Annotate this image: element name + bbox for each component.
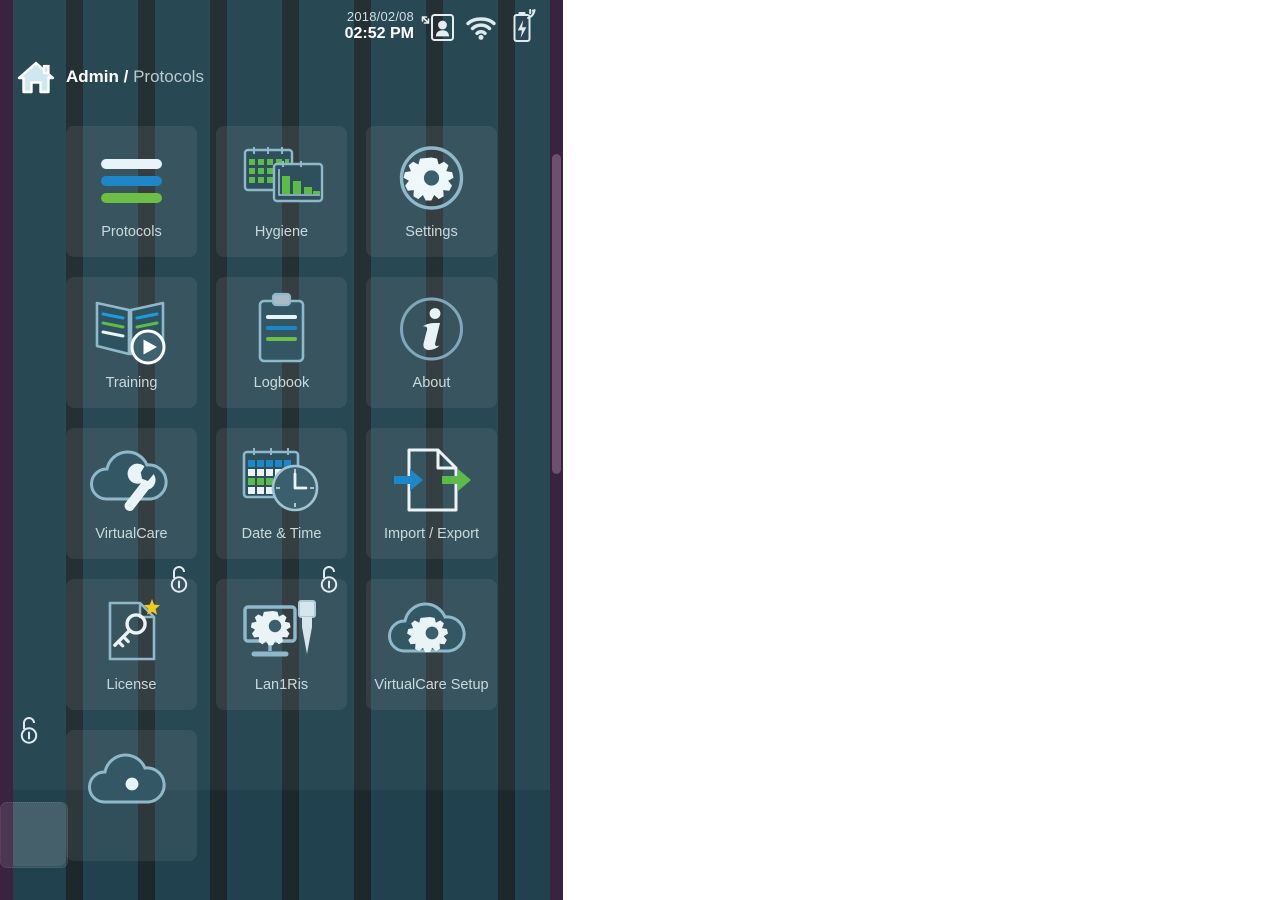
cloud-gear-icon	[388, 602, 466, 653]
status-clock: 2018/02/08 02:52 PM	[345, 10, 414, 42]
tile-about[interactable]: About	[366, 277, 497, 408]
tile-partial-row[interactable]	[20, 717, 197, 861]
tile-label: Date & Time	[241, 526, 322, 542]
admin-tile-grid: Protocols Hygiene Settings Training Logb…	[20, 126, 501, 861]
tile-label: Logbook	[253, 375, 310, 391]
breadcrumb-current: Protocols	[133, 67, 204, 86]
tile-label: Protocols	[101, 224, 162, 240]
tile-settings[interactable]: Settings	[366, 126, 497, 257]
tile-label: Hygiene	[254, 224, 309, 240]
tile-virtualcare-setup[interactable]: VirtualCare Setup	[320, 566, 497, 710]
book-play-icon	[95, 301, 166, 365]
status-date: 2018/02/08	[346, 9, 414, 24]
battery-charging-icon[interactable]	[511, 9, 537, 43]
tile-date-time[interactable]: Date & Time	[216, 428, 347, 559]
tile-label: Training	[105, 375, 158, 391]
protocol-bars-icon	[101, 159, 162, 203]
home-icon[interactable]	[17, 61, 55, 95]
breadcrumb-root[interactable]: Admin	[66, 67, 119, 86]
info-circle-icon	[400, 297, 463, 361]
license-key-icon	[108, 599, 160, 661]
breadcrumb-text: Admin / Protocols	[66, 67, 204, 87]
unlocked-padlock-icon	[170, 566, 188, 593]
tile-hygiene[interactable]: Hygiene	[216, 126, 347, 257]
vertical-scrollbar-thumb[interactable]	[552, 154, 561, 474]
tile-label: License	[106, 677, 157, 693]
status-bar: 2018/02/08 02:52 PM	[13, 0, 551, 55]
tile-logbook[interactable]: Logbook	[216, 277, 347, 408]
cloud-partial-icon	[88, 753, 166, 804]
device-viewport: 2018/02/08 02:52 PM Admin / Protocols Pr…	[0, 0, 563, 900]
breadcrumb: Admin / Protocols	[13, 55, 551, 105]
clipboard-icon	[258, 292, 305, 363]
calendar-clock-icon	[242, 448, 319, 512]
wifi-icon[interactable]	[465, 14, 497, 42]
gear-circle-icon	[399, 146, 464, 210]
breadcrumb-separator: /	[123, 67, 129, 86]
tile-label: Lan1Ris	[254, 677, 309, 693]
tile-training[interactable]: Training	[66, 277, 197, 408]
cloud-wrench-icon	[90, 450, 168, 511]
bottom-left-chip-inner	[13, 802, 66, 866]
calendar-chart-icon	[243, 147, 324, 203]
tile-protocols[interactable]: Protocols	[66, 126, 197, 257]
tile-lan1ris[interactable]: Lan1Ris	[170, 566, 347, 710]
tile-label: VirtualCare	[95, 526, 168, 542]
vertical-scrollbar-track[interactable]	[550, 0, 563, 900]
network-gear-icon	[243, 600, 316, 657]
tile-license[interactable]: License	[66, 579, 197, 710]
unlocked-padlock-icon	[20, 717, 38, 744]
tile-label: About	[412, 375, 451, 391]
tile-label: VirtualCare Setup	[374, 677, 489, 693]
status-time: 02:52 PM	[344, 25, 414, 42]
star-badge-icon	[144, 599, 160, 615]
tile-virtualcare[interactable]: VirtualCare	[66, 428, 197, 559]
left-rail	[0, 0, 13, 900]
tile-label: Settings	[405, 224, 458, 240]
tile-label: Import / Export	[383, 526, 480, 542]
tile-import-export[interactable]: Import / Export	[366, 428, 497, 559]
import-export-icon	[394, 448, 471, 512]
remote-access-icon[interactable]	[421, 12, 455, 44]
unlocked-padlock-icon	[320, 566, 338, 593]
